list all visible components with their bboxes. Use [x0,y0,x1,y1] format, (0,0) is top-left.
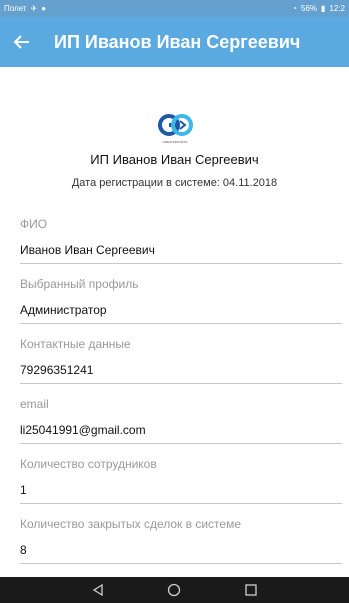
field-label: Выбранный профиль [20,277,139,291]
field-value: 79296351241 [20,363,342,384]
registration-date: Дата регистрации в системе: 04.11.2018 [71,177,278,189]
notification-icon: ● [41,4,47,13]
app-bar: ИП Иванов Иван Сергеевич [0,17,349,67]
airplane-icon: ✈ [30,4,38,13]
triangle-back-icon[interactable] [83,580,113,600]
field-value: Иванов Иван Сергеевич [20,243,342,264]
field-label: Контактные данные [20,337,131,351]
field-value: 1 [20,483,342,504]
profile-name: ИП Иванов Иван Сергеевич [90,152,259,167]
status-time: 12:2 [329,4,345,13]
field-label: ФИО [20,217,48,231]
field-employees: Количество сотрудников 1 [20,457,342,504]
field-label: Количество закрытых сделок в системе [20,517,241,531]
field-label: email [20,397,49,411]
field-value: Администратор [20,303,342,324]
field-label: Количество сотрудников [20,457,157,471]
wifi-icon: ◔ [292,4,297,13]
system-nav-bar [0,577,349,603]
status-left-text: Полет [4,4,27,13]
profile-content: GREATPROCESS ИП Иванов Иван Сергеевич Да… [0,67,349,577]
field-profile: Выбранный профиль Администратор [20,277,342,324]
circle-home-icon[interactable] [159,580,189,600]
field-contacts: Контактные данные 79296351241 [20,337,342,384]
battery-percent: 56% [301,4,318,13]
go-logo-icon: GREATPROCESS [156,111,194,145]
battery-icon: ▮ [321,4,326,13]
field-value: 8 [20,543,342,564]
back-arrow-icon[interactable] [0,17,44,67]
field-closed-deals: Количество закрытых сделок в системе 8 [20,517,342,564]
square-recents-icon[interactable] [236,580,266,600]
page-title: ИП Иванов Иван Сергеевич [54,31,301,52]
field-fio: ФИО Иванов Иван Сергеевич [20,217,342,264]
status-bar: Полет ✈ ● ◔ 56% ▮ 12:2 [0,0,349,17]
logo-caption: GREATPROCESS [162,140,187,144]
field-email: email li25041991@gmail.com [20,397,342,444]
field-value: li25041991@gmail.com [20,423,342,444]
